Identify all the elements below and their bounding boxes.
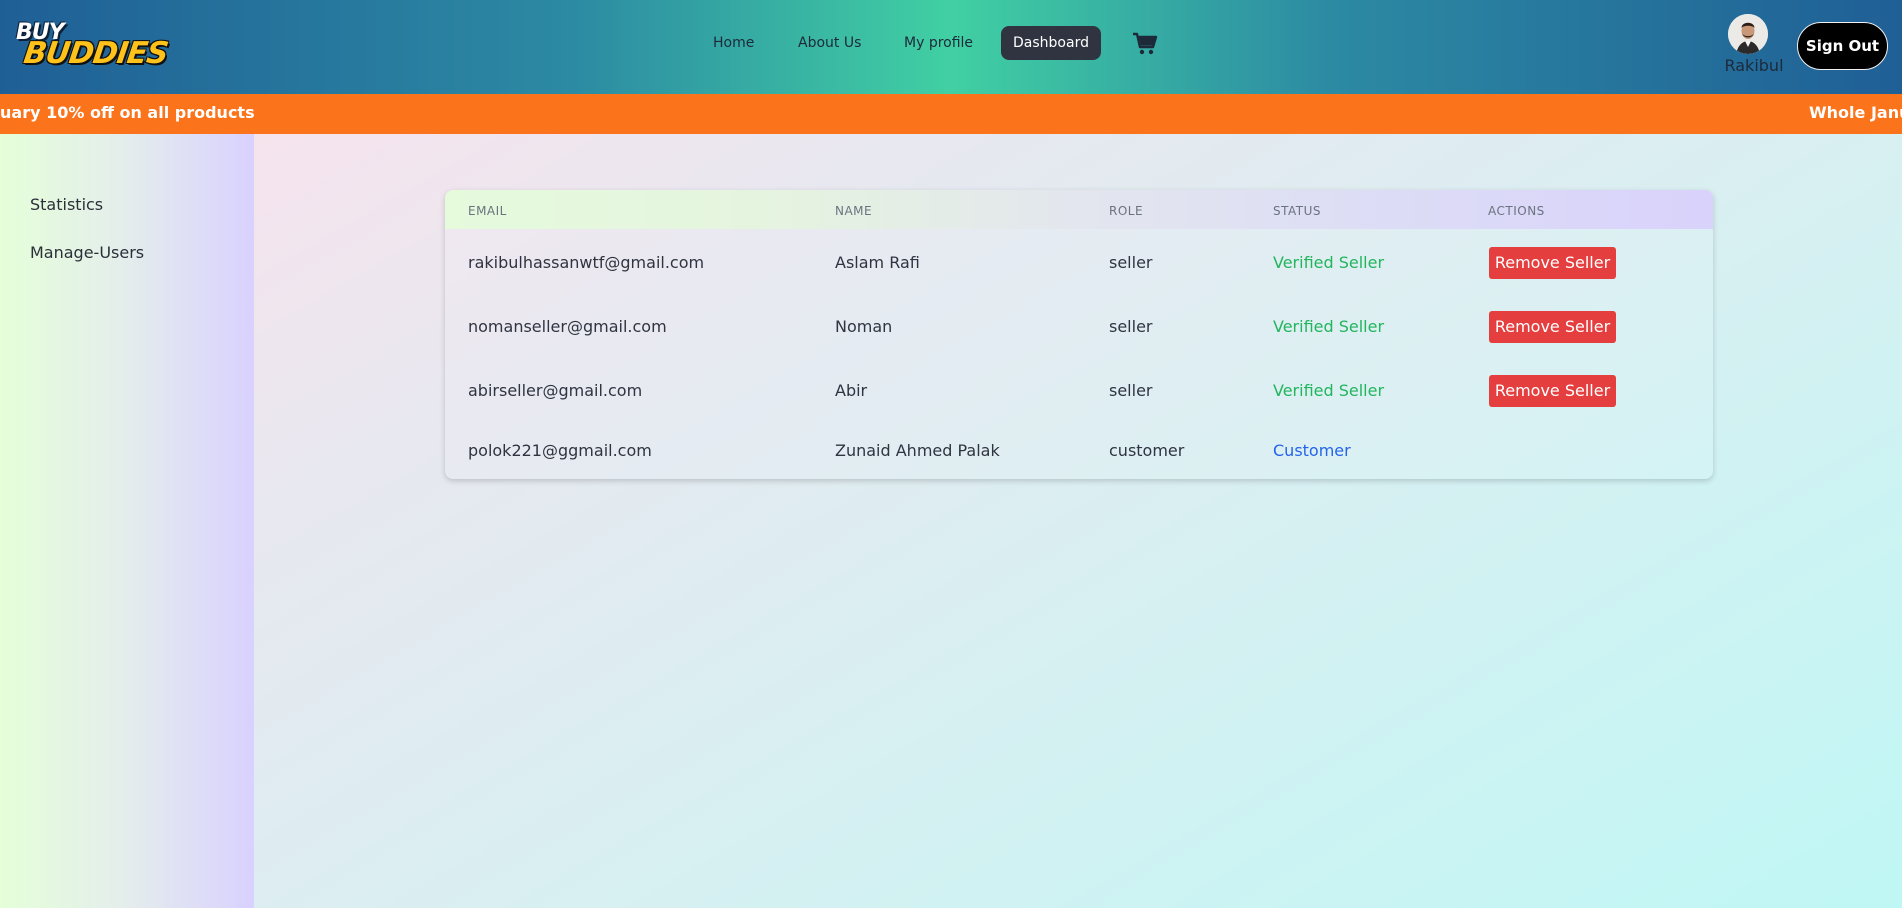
nav-dashboard-button[interactable]: Dashboard	[1001, 26, 1101, 60]
column-header-actions: ACTIONS	[1488, 204, 1545, 218]
nav-profile-link[interactable]: My profile	[904, 26, 973, 60]
status-verified-seller: Verified Seller	[1273, 381, 1385, 400]
table-cell-role: customer	[1109, 441, 1185, 460]
table-cell-email: polok221@ggmail.com	[468, 441, 652, 460]
status-verified-seller: Verified Seller	[1273, 317, 1385, 336]
buy-buddies-logo[interactable]: BUY BUDDIES	[14, 20, 170, 71]
promo-marquee: uary 10% off on all products Whole Janu	[0, 94, 1902, 134]
top-navbar: BUY BUDDIES Home About Us My profile Das…	[0, 0, 1902, 94]
table-cell-name: Aslam Rafi	[835, 253, 920, 272]
table-cell-name: Abir	[835, 381, 868, 400]
user-name: Rakibul	[1724, 56, 1784, 75]
user-avatar[interactable]	[1728, 14, 1768, 54]
logo-text-line2: BUDDIES	[21, 36, 170, 71]
column-header-role: ROLE	[1109, 204, 1144, 218]
table-cell-name: Noman	[835, 317, 893, 336]
table-cell-name: Zunaid Ahmed Palak	[835, 441, 1000, 460]
column-header-status: STATUS	[1273, 204, 1322, 218]
table-cell-email: rakibulhassanwtf@gmail.com	[468, 253, 705, 272]
table-cell-email: nomanseller@gmail.com	[468, 317, 667, 336]
promo-text-left: uary 10% off on all products	[0, 103, 255, 122]
sidebar-item-statistics[interactable]: Statistics	[30, 195, 103, 214]
table-cell-role: seller	[1109, 253, 1153, 272]
column-header-email: EMAIL	[468, 204, 507, 218]
sign-out-button[interactable]: Sign Out	[1797, 22, 1888, 70]
remove-seller-button[interactable]: Remove Seller	[1489, 247, 1616, 279]
remove-seller-button[interactable]: Remove Seller	[1489, 311, 1616, 343]
table-cell-email: abirseller@gmail.com	[468, 381, 643, 400]
column-header-name: NAME	[835, 204, 873, 218]
table-cell-role: seller	[1109, 381, 1153, 400]
nav-home-link[interactable]: Home	[713, 26, 754, 60]
shopping-cart-icon[interactable]	[1132, 32, 1158, 56]
nav-about-link[interactable]: About Us	[798, 26, 861, 60]
table-cell-role: seller	[1109, 317, 1153, 336]
dashboard-sidebar: Statistics Manage-Users	[0, 134, 254, 908]
status-verified-seller: Verified Seller	[1273, 253, 1385, 272]
remove-seller-button[interactable]: Remove Seller	[1489, 375, 1616, 407]
status-customer: Customer	[1273, 441, 1351, 460]
sidebar-item-manage-users[interactable]: Manage-Users	[30, 243, 144, 262]
promo-text-right: Whole Janu	[1809, 103, 1902, 122]
